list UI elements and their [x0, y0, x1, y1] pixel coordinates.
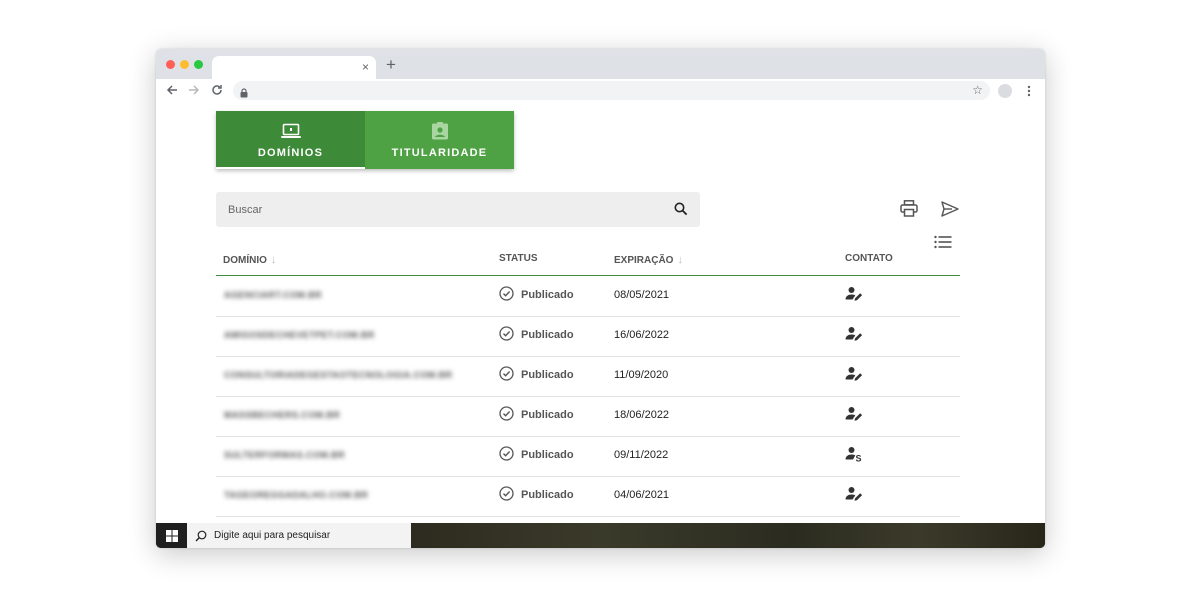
- lock-icon: [240, 85, 248, 103]
- column-header-domain[interactable]: DOMÍNIO ↓: [223, 254, 276, 266]
- tab-titularidade-label: TITULARIDADE: [391, 147, 488, 159]
- send-icon[interactable]: [941, 201, 959, 222]
- check-circle-icon: [499, 366, 514, 386]
- account-edit-icon[interactable]: [845, 286, 863, 307]
- windows-taskbar: Digite aqui para pesquisar: [156, 523, 1045, 548]
- expiration-date: 04/06/2021: [614, 489, 670, 501]
- check-circle-icon: [499, 446, 514, 466]
- windows-logo-icon: [165, 529, 178, 542]
- table-row[interactable]: TAGEOREGGADALHO.COM.BR Publicado 04/06/2…: [216, 476, 960, 517]
- domain-name[interactable]: AGENCIART.COM.BR: [224, 290, 322, 300]
- expiration-date: 11/09/2020: [614, 369, 669, 381]
- check-circle-icon: [499, 286, 514, 306]
- status-text: Publicado: [521, 489, 574, 501]
- new-tab-button[interactable]: +: [386, 55, 396, 75]
- tab-close-icon[interactable]: ×: [362, 59, 369, 75]
- check-circle-icon: [499, 326, 514, 346]
- account-edit-icon[interactable]: [845, 326, 863, 347]
- print-icon[interactable]: [900, 200, 918, 222]
- domain-name[interactable]: TAGEOREGGADALHO.COM.BR: [224, 490, 368, 500]
- column-header-expiration[interactable]: EXPIRAÇÃO ↓: [614, 254, 683, 266]
- tab-titularidade[interactable]: TITULARIDADE: [365, 111, 514, 169]
- expiration-date: 18/06/2022: [614, 409, 670, 421]
- profile-avatar[interactable]: [998, 84, 1012, 98]
- taskbar-search-box[interactable]: Digite aqui para pesquisar: [187, 523, 411, 548]
- column-list-icon[interactable]: [934, 235, 952, 254]
- expiration-date: 16/06/2022: [614, 329, 670, 341]
- taskbar-search-placeholder: Digite aqui para pesquisar: [214, 530, 331, 541]
- back-arrow-icon[interactable]: [164, 82, 180, 98]
- desktop-wallpaper: [411, 523, 1045, 548]
- domain-name[interactable]: AMIGOSDECHEVETPET.COM.BR: [224, 330, 375, 340]
- table-row[interactable]: CONSULTORIADEGESTAOTECNOLOGIA.COM.BR Pub…: [216, 356, 960, 397]
- menu-dots-icon[interactable]: [1025, 83, 1033, 99]
- close-window-button[interactable]: [166, 60, 175, 69]
- browser-titlebar: × +: [156, 49, 1045, 79]
- table-row[interactable]: AGENCIART.COM.BR Publicado 08/05/2021: [216, 276, 960, 317]
- status-text: Publicado: [521, 449, 574, 461]
- expiration-date: 09/11/2022: [614, 449, 669, 461]
- expiration-date: 08/05/2021: [614, 289, 670, 301]
- bookmark-star-icon[interactable]: ☆: [972, 83, 983, 98]
- status-text: Publicado: [521, 409, 574, 421]
- table-row[interactable]: AMIGOSDECHEVETPET.COM.BR Publicado 16/06…: [216, 316, 960, 357]
- laptop-icon: [280, 122, 302, 140]
- table-header: DOMÍNIO ↓ STATUS EXPIRAÇÃO ↓ CONTATO: [216, 235, 960, 276]
- browser-toolbar: ☆: [156, 79, 1045, 103]
- column-header-status[interactable]: STATUS: [499, 253, 538, 264]
- account-edit-icon[interactable]: [845, 406, 863, 427]
- page-content: DOMÍNIOS TITULARIDADE DOMÍNIO↓ STA: [156, 103, 1045, 523]
- account-edit-icon[interactable]: [845, 366, 863, 387]
- browser-tab[interactable]: ×: [212, 56, 376, 79]
- forward-arrow-icon[interactable]: [186, 82, 202, 98]
- table-row[interactable]: MASSBECHERS.COM.BR Publicado 18/06/2022: [216, 396, 960, 437]
- check-circle-icon: [499, 406, 514, 426]
- column-header-contact[interactable]: CONTATO: [845, 253, 893, 264]
- domain-name[interactable]: MASSBECHERS.COM.BR: [224, 410, 340, 420]
- domain-name[interactable]: CONSULTORIADEGESTAOTECNOLOGIA.COM.BR: [224, 370, 452, 380]
- section-tabs: DOMÍNIOS TITULARIDADE: [216, 111, 514, 169]
- domain-name[interactable]: SULTERFORMAS.COM.BR: [224, 450, 345, 460]
- active-tab-indicator: [216, 167, 365, 169]
- minimize-window-button[interactable]: [180, 60, 189, 69]
- tab-dominios-label: DOMÍNIOS: [257, 147, 324, 159]
- table-row[interactable]: SULTERFORMAS.COM.BR Publicado 09/11/2022…: [216, 436, 960, 477]
- clipboard-account-icon: [429, 122, 451, 140]
- search-box: [216, 192, 700, 227]
- tab-dominios[interactable]: DOMÍNIOS: [216, 111, 365, 169]
- account-dollar-icon[interactable]: S: [845, 446, 863, 467]
- search-input[interactable]: [228, 201, 648, 219]
- sort-arrow-icon[interactable]: ↓: [677, 254, 683, 266]
- browser-window: × + ☆ DOMÍNIOS TITULARIDADE Buscar DOMÍN…: [156, 49, 1045, 548]
- windows-start-button[interactable]: [156, 523, 187, 548]
- sort-arrow-icon[interactable]: ↓: [271, 254, 277, 266]
- maximize-window-button[interactable]: [194, 60, 203, 69]
- check-circle-icon: [499, 486, 514, 506]
- status-text: Publicado: [521, 289, 574, 301]
- account-edit-icon[interactable]: [845, 486, 863, 507]
- address-bar[interactable]: ☆: [233, 81, 990, 100]
- status-text: Publicado: [521, 369, 574, 381]
- status-text: Publicado: [521, 329, 574, 341]
- taskbar-search-icon: [195, 529, 207, 547]
- search-icon[interactable]: [674, 202, 688, 221]
- svg-text:S: S: [856, 454, 862, 463]
- reload-icon[interactable]: [209, 82, 225, 98]
